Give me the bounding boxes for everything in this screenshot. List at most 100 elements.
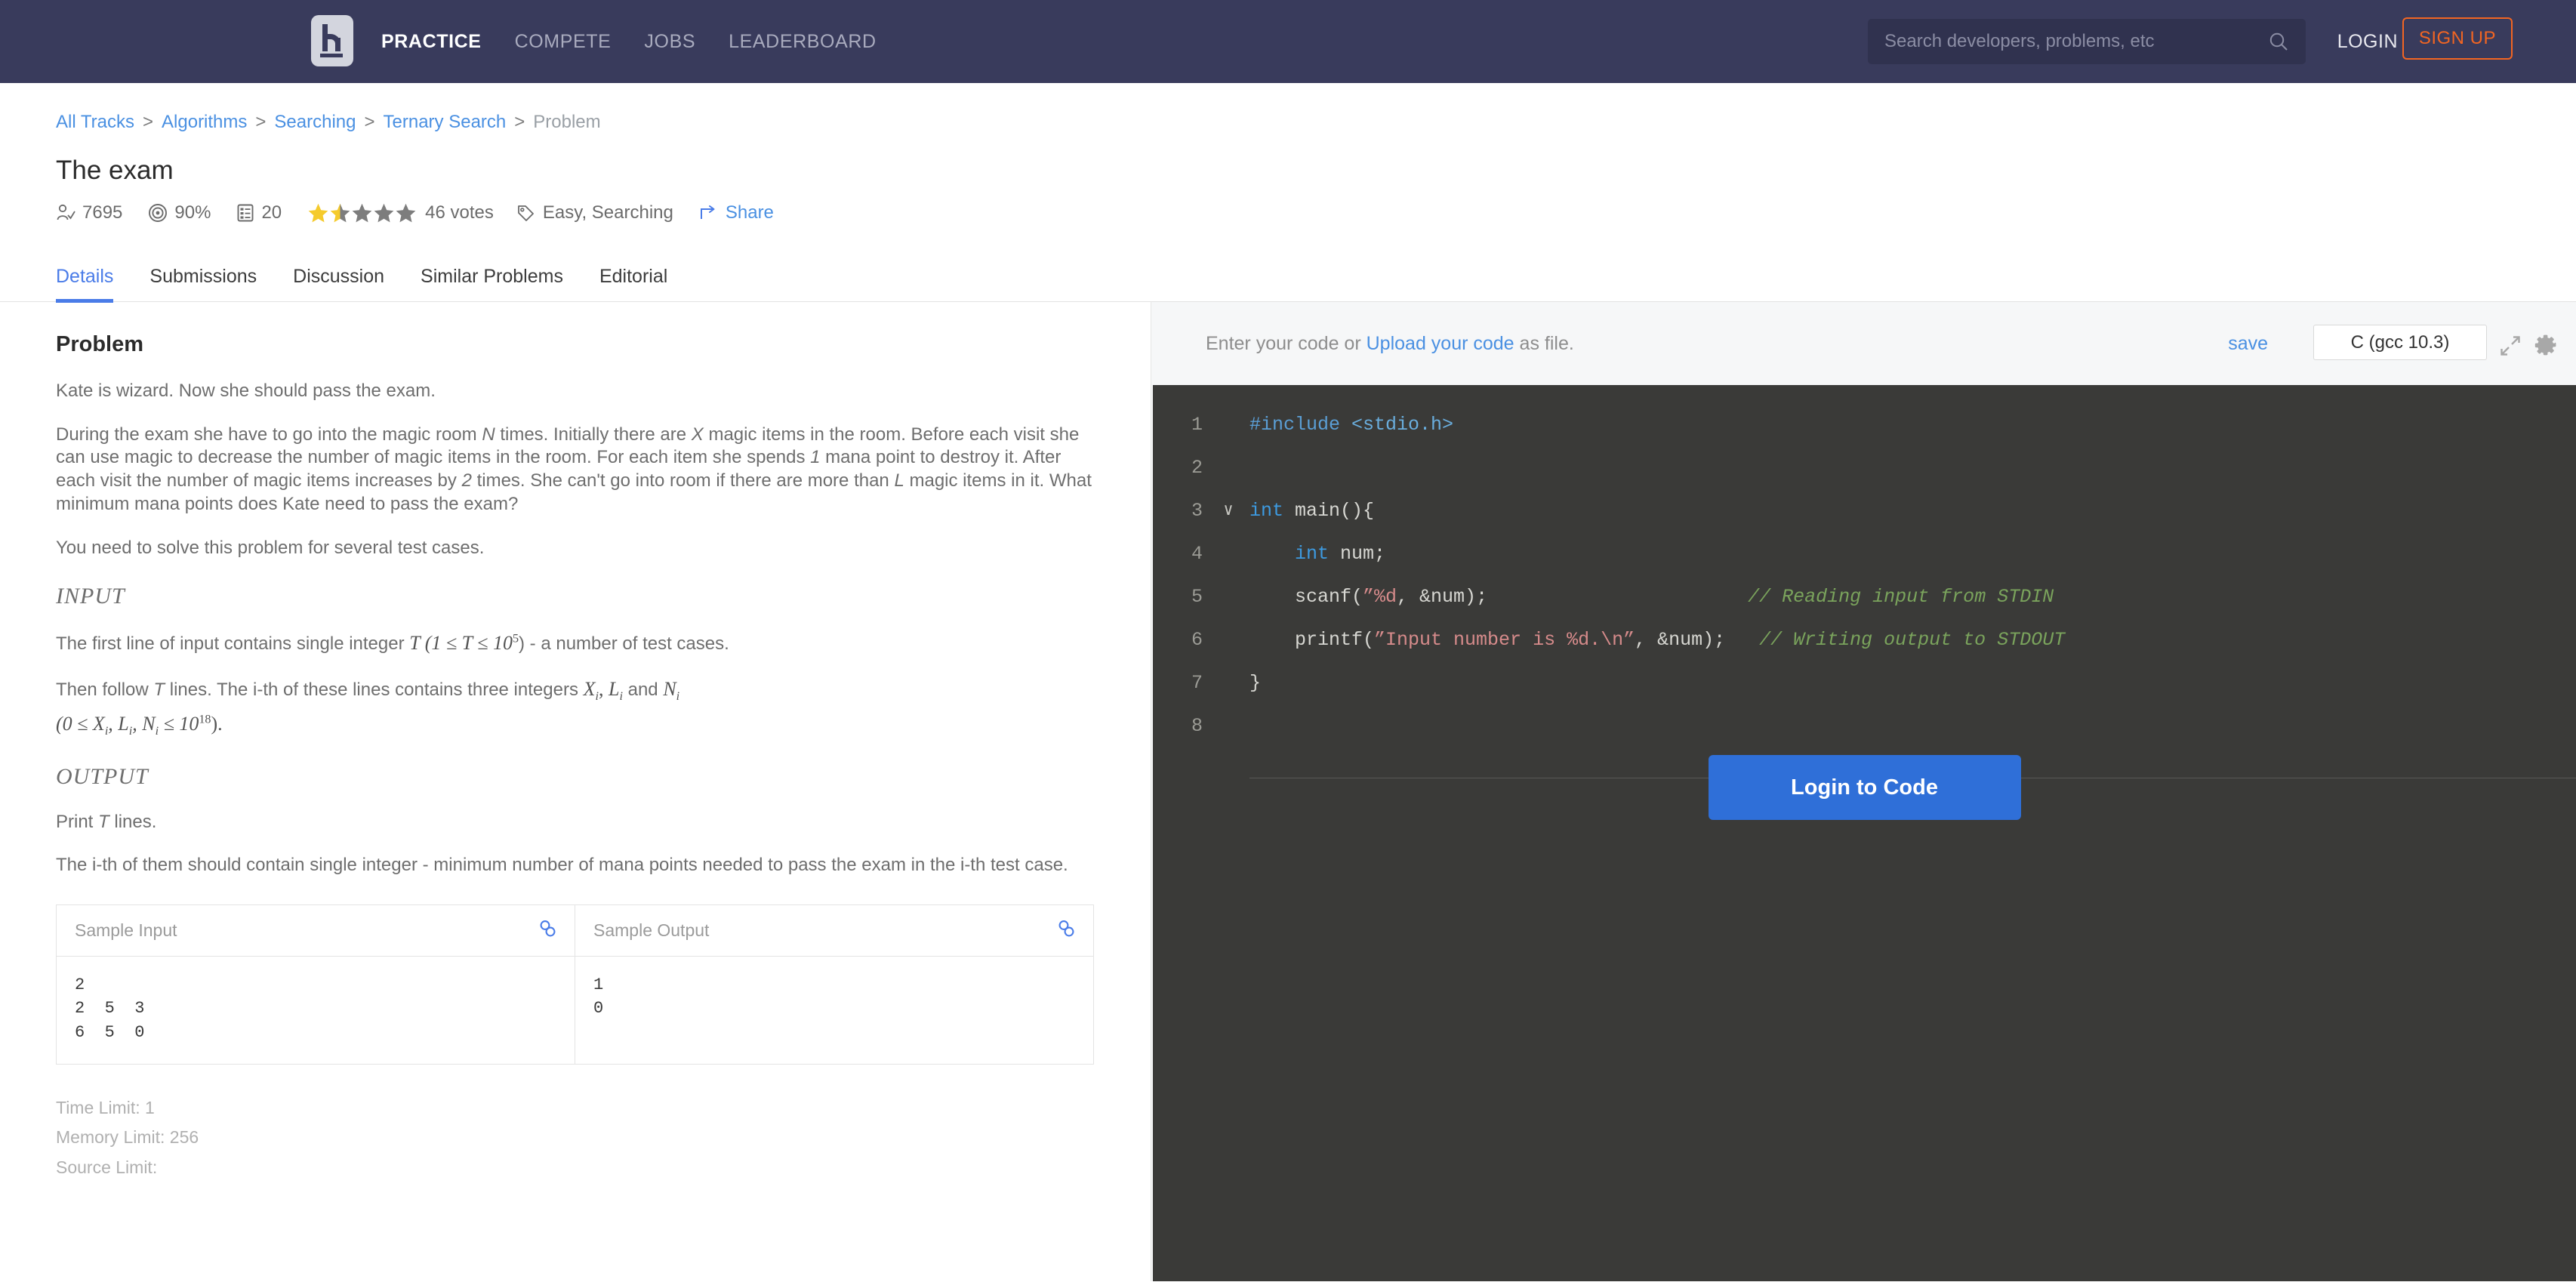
sample-output-header: Sample Output [575,905,1093,957]
code-editor[interactable]: 1 #include <stdio.h> 2 3 ∨ int main(){4 int n… [1153,385,2576,1281]
nav-link-practice[interactable]: PRACTICE [381,31,482,53]
problem-stats: 7695 90% 20 46 votes Easy, Searching Sha… [56,202,2576,223]
line-number: 1 [1191,414,1203,436]
breadcrumb-separator: > [364,112,375,132]
tag-icon [517,205,534,221]
memory-limit: Memory Limit: 256 [56,1127,199,1148]
content-split: Problem Kate is wizard. Now she should p… [0,302,2576,1281]
clipboard-icon [237,204,254,222]
search-icon[interactable] [2268,31,2289,52]
line-number: 6 [1191,629,1203,651]
nav-link-jobs[interactable]: JOBS [644,31,695,53]
code-line[interactable]: 8 [1153,704,2576,747]
code-line[interactable]: 6 printf(”Input number is %d.\n”, &num);… [1153,618,2576,661]
output-para-1: Print T lines. [56,811,157,832]
nav-link-compete[interactable]: COMPETE [515,31,612,53]
input-para-3: (0 ≤ Xi, Li, Ni ≤ 1018). [56,712,223,738]
votes-label: 46 votes [425,202,494,223]
sample-input-column: Sample Input 2 2 5 3 6 5 0 [57,905,575,1064]
sample-io-table: Sample Input 2 2 5 3 6 5 0 Sample Output [56,904,1094,1065]
save-button[interactable]: save [2228,333,2268,355]
nav-link-leaderboard[interactable]: LEADERBOARD [729,31,877,53]
sample-output-column: Sample Output 1 0 [575,905,1093,1064]
tab-editorial[interactable]: Editorial [599,266,667,301]
line-number: 5 [1191,586,1203,608]
breadcrumb-item-ternary-search[interactable]: Ternary Search [384,112,507,133]
stat-solved: 7695 [56,202,122,223]
output-section-heading: OUTPUT [56,763,149,789]
tab-similar-problems[interactable]: Similar Problems [421,266,563,301]
fold-chevron-icon[interactable]: ∨ [1213,489,1243,532]
global-search[interactable] [1868,19,2306,64]
tab-discussion[interactable]: Discussion [293,266,384,301]
target-icon [149,204,168,222]
code-line[interactable]: 4 int num; [1153,532,2576,575]
share-icon [700,205,715,219]
output-para-2: The i-th of them should contain single i… [56,855,1068,876]
star-icon-4[interactable] [373,202,395,223]
line-number: 3 [1191,500,1203,522]
code-line[interactable]: 2 [1153,446,2576,489]
copy-sample-output-icon[interactable] [1057,919,1077,943]
code-line[interactable]: 1 #include <stdio.h> [1153,403,2576,446]
problem-para-3: You need to solve this problem for sever… [56,537,485,558]
hackerearth-logo[interactable] [311,15,353,66]
breadcrumb-separator: > [143,112,154,132]
share-button[interactable]: Share [699,202,774,223]
problem-tabs: Details Submissions Discussion Similar P… [0,249,2576,303]
breadcrumb-item-all-tracks[interactable]: All Tracks [56,112,134,133]
sample-output-value: 1 0 [593,975,604,1019]
breadcrumb-separator: > [255,112,267,132]
star-rating[interactable] [307,202,417,223]
tab-details[interactable]: Details [56,266,114,303]
stat-solved-value: 7695 [82,202,123,223]
settings-gear-icon[interactable] [2534,333,2558,361]
problem-limits: Time Limit: 1 Memory Limit: 256 Source L… [56,1093,1095,1183]
star-icon-1[interactable] [307,202,329,223]
problem-para-2: During the exam she have to go into the … [56,424,1092,514]
code-line[interactable]: 5 scanf(”%d, &num); // Reading input fro… [1153,575,2576,618]
language-select[interactable]: C (gcc 10.3) [2313,325,2487,360]
upload-code-link[interactable]: Upload your code [1367,333,1514,354]
stat-submissions-value: 20 [261,202,282,223]
line-number: 7 [1191,672,1203,694]
stat-rating[interactable]: 46 votes [307,202,494,223]
sample-input-header: Sample Input [57,905,575,957]
breadcrumb: All Tracks > Algorithms > Searching > Te… [56,83,2576,133]
line-number: 4 [1191,543,1203,565]
code-lines[interactable]: 1 #include <stdio.h> 2 3 ∨ int main(){4 int n… [1153,385,2576,747]
tab-submissions[interactable]: Submissions [149,266,257,301]
primary-nav-links: PRACTICE COMPETE JOBS LEADERBOARD [381,0,877,83]
input-section-heading: INPUT [56,584,125,609]
breadcrumb-current: Problem [533,112,601,132]
source-limit: Source Limit: [56,1157,158,1177]
star-icon-2[interactable] [329,202,351,223]
problem-para-1: Kate is wizard. Now she should pass the … [56,381,436,401]
line-number: 8 [1191,715,1203,737]
login-to-code-button[interactable]: Login to Code [1708,755,2021,820]
star-icon-3[interactable] [351,202,373,223]
stat-submissions: 20 [236,202,282,223]
stat-accuracy-value: 90% [174,202,211,223]
stat-accuracy: 90% [148,202,211,223]
page-header: All Tracks > Algorithms > Searching > Te… [0,83,2576,223]
code-line[interactable]: 7} [1153,661,2576,704]
breadcrumb-item-algorithms[interactable]: Algorithms [162,112,247,133]
breadcrumb-separator: > [514,112,525,132]
breadcrumb-item-searching[interactable]: Searching [274,112,356,133]
signup-button[interactable]: SIGN UP [2402,17,2513,60]
stat-tags: Easy, Searching [516,202,673,223]
sample-input-value: 2 2 5 3 6 5 0 [75,975,145,1042]
line-number: 2 [1191,457,1203,479]
expand-icon[interactable] [2499,334,2522,361]
problem-heading: Problem [56,332,144,356]
share-label: Share [725,202,774,223]
star-icon-5[interactable] [395,202,417,223]
login-link[interactable]: LOGIN [2337,31,2398,53]
code-line[interactable]: 3 ∨ int main(){ [1153,489,2576,532]
copy-sample-input-icon[interactable] [538,919,558,943]
code-editor-panel: Enter your code or Upload your code as f… [1151,302,2576,1281]
logo-h-glyph [320,24,344,57]
search-input[interactable] [1868,31,2268,52]
code-text: #include <stdio.h> [1249,414,1454,436]
